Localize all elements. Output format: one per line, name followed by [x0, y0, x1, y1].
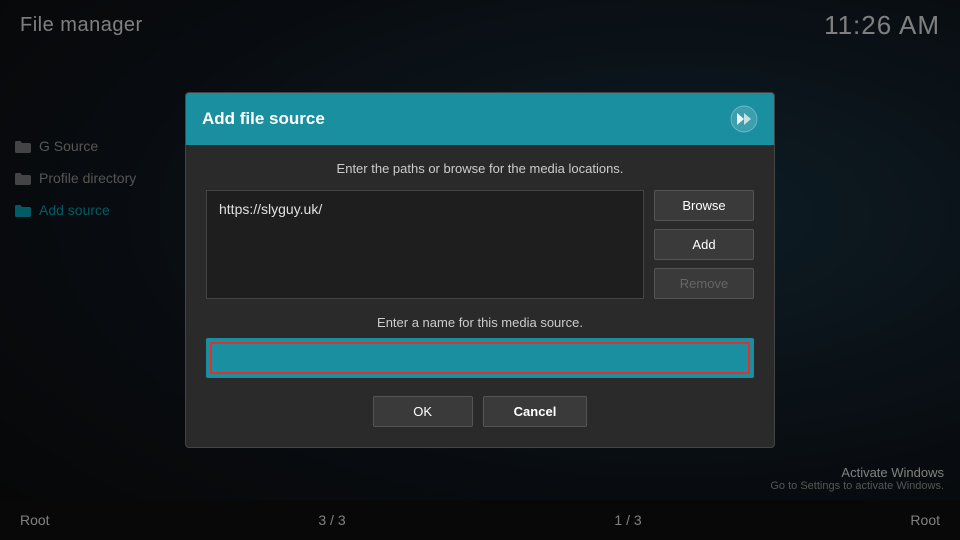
paths-list: https://slyguy.uk/ [206, 190, 644, 299]
paths-buttons: Browse Add Remove [654, 190, 754, 299]
remove-button[interactable]: Remove [654, 268, 754, 299]
path-entry: https://slyguy.uk/ [219, 201, 631, 217]
browse-button[interactable]: Browse [654, 190, 754, 221]
name-label: Enter a name for this media source. [206, 315, 754, 330]
ok-button[interactable]: OK [373, 396, 473, 427]
dialog-description: Enter the paths or browse for the media … [206, 161, 754, 176]
cancel-button[interactable]: Cancel [483, 396, 588, 427]
paths-area: https://slyguy.uk/ Browse Add Remove [206, 190, 754, 299]
dialog-body: Enter the paths or browse for the media … [186, 145, 774, 447]
add-button[interactable]: Add [654, 229, 754, 260]
name-input-wrapper [206, 338, 754, 378]
kodi-logo-icon [730, 105, 758, 133]
dialog-footer: OK Cancel [206, 392, 754, 427]
dialog-title: Add file source [202, 109, 325, 129]
add-file-source-dialog: Add file source Enter the paths or brows… [185, 92, 775, 448]
modal-overlay: Add file source Enter the paths or brows… [0, 0, 960, 540]
dialog-header: Add file source [186, 93, 774, 145]
name-section: Enter a name for this media source. [206, 315, 754, 378]
name-input[interactable] [210, 342, 750, 374]
